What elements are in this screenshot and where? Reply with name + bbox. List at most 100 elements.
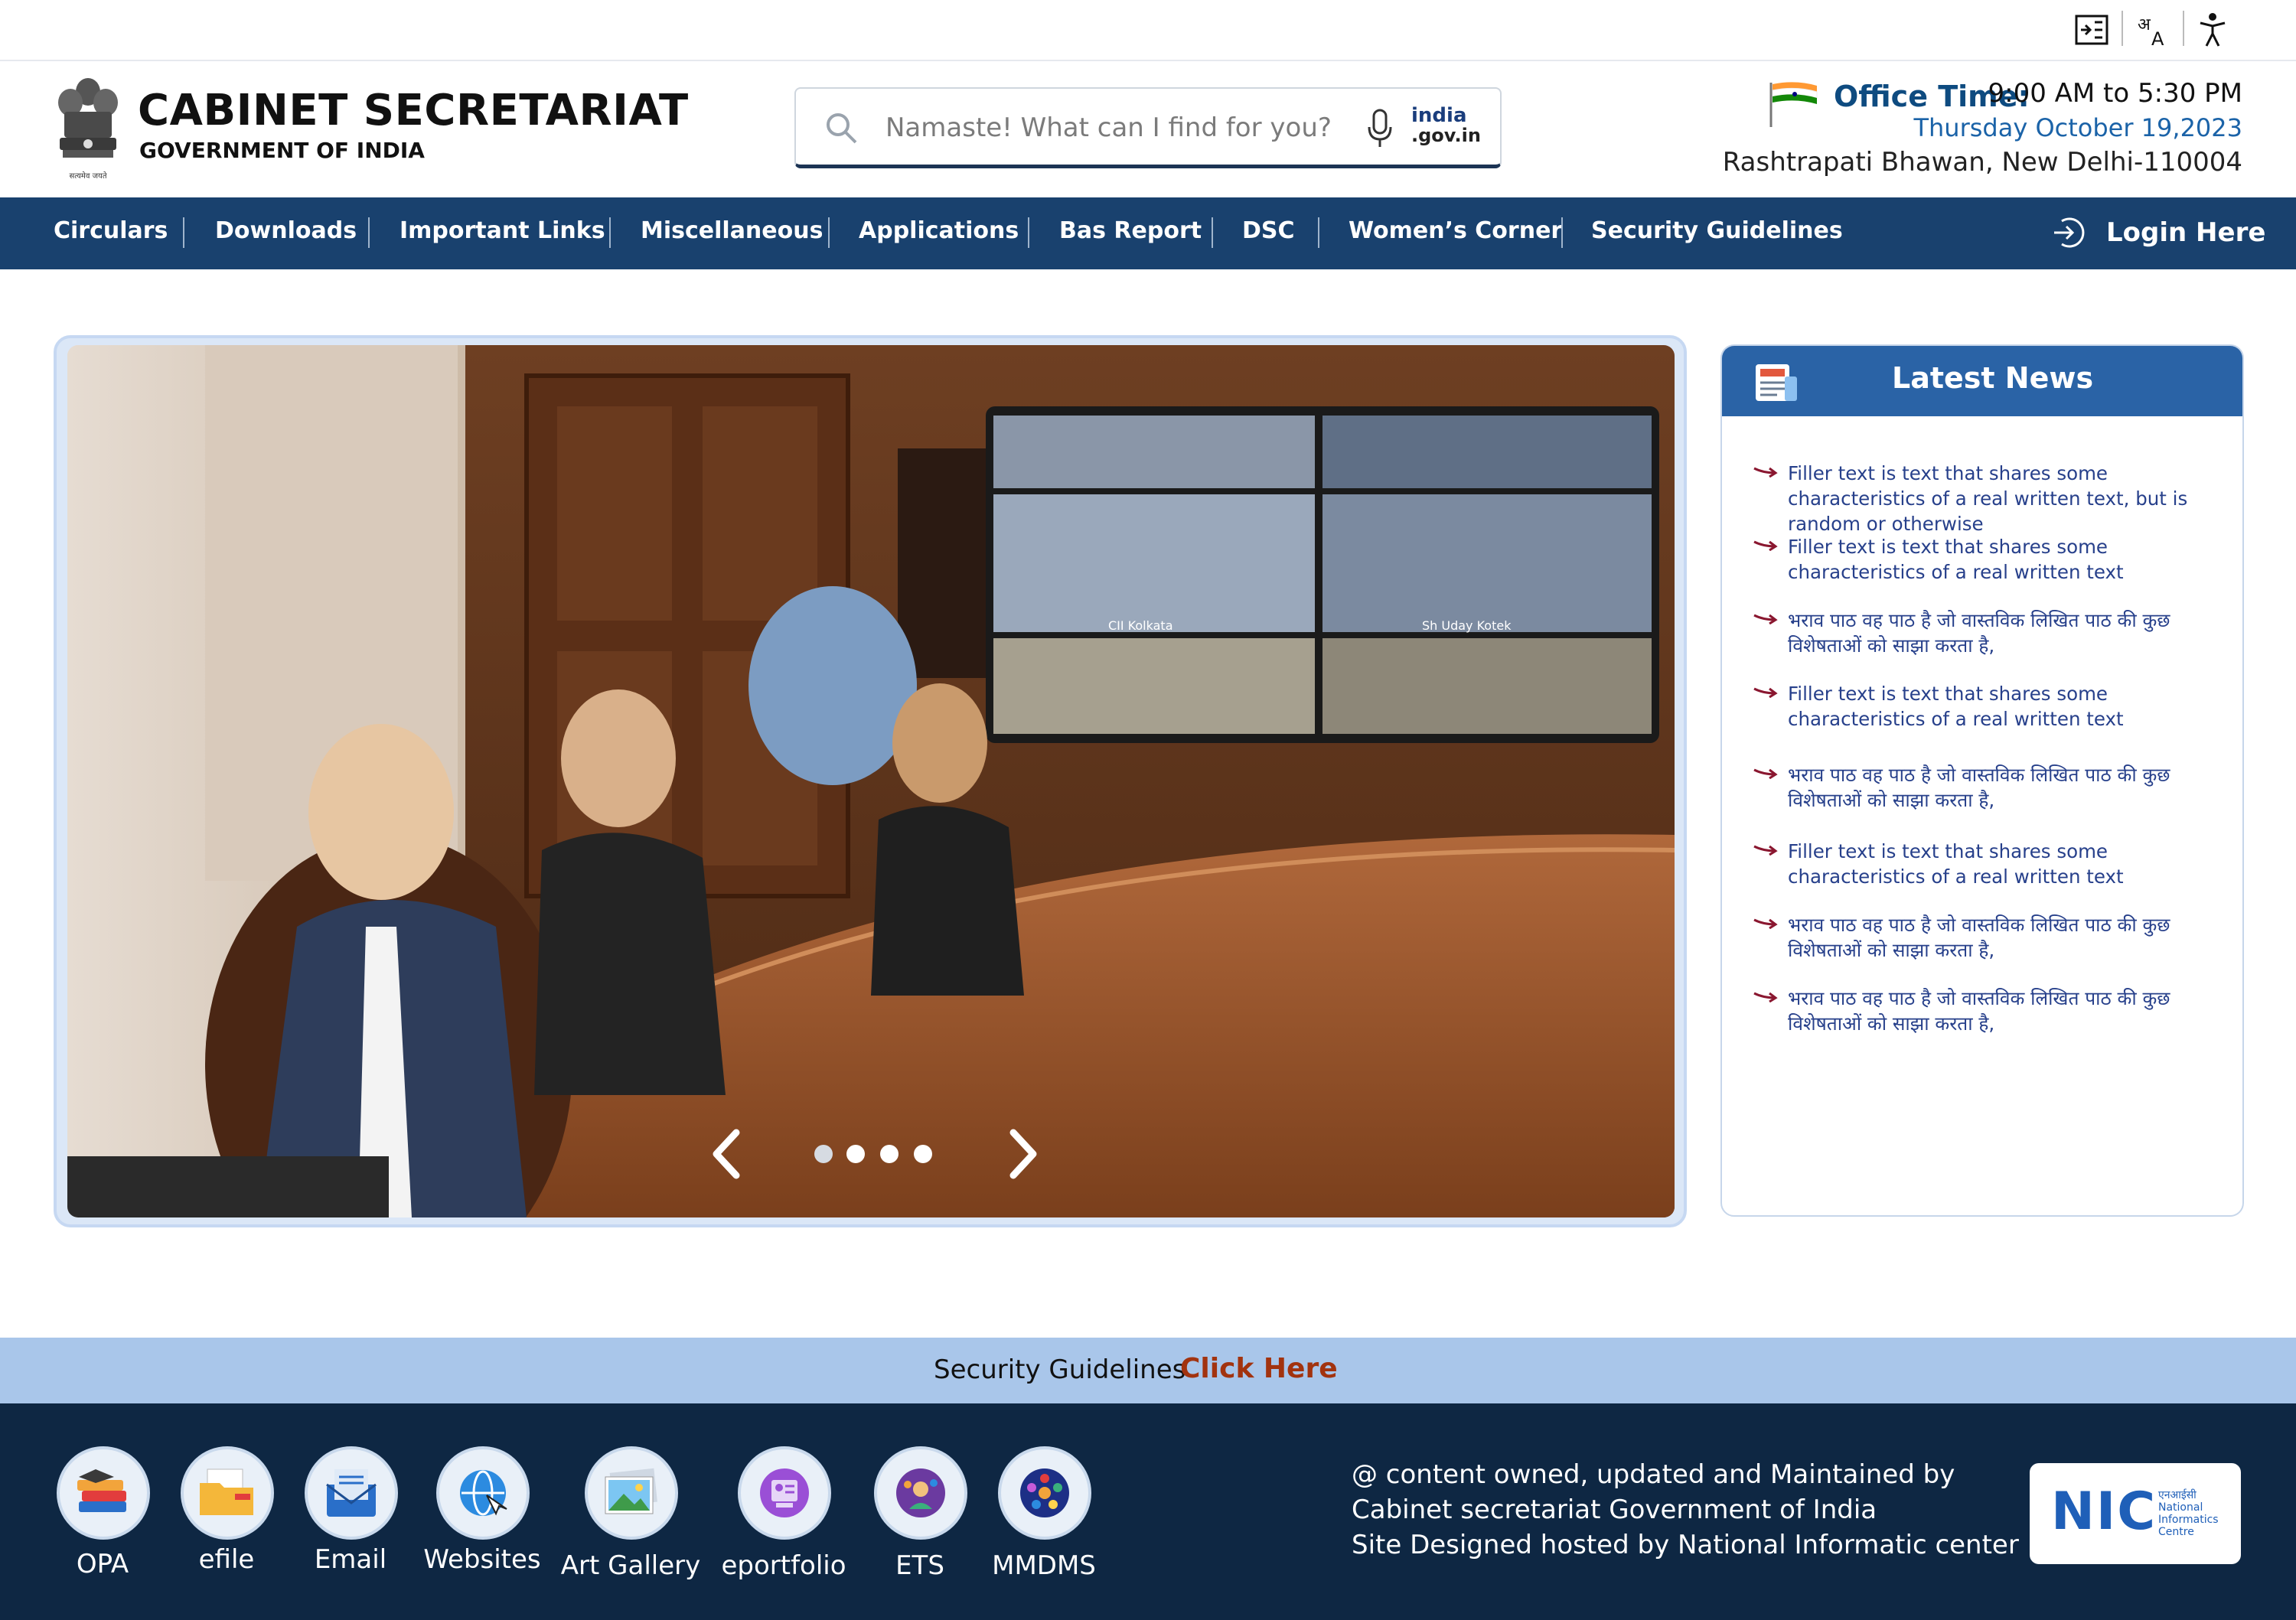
site-footer: OPA efile Email Websites Art Gallery epo… [0,1403,2296,1620]
globe-icon[interactable] [436,1446,530,1540]
screen-label-kotek: Sh Uday Kotek [1422,618,1512,633]
nav-item-downloads[interactable]: Downloads [215,217,357,244]
gallery-icon[interactable] [585,1446,678,1540]
accessibility-icon[interactable] [2193,11,2232,49]
nav-item-dsc[interactable]: DSC [1242,217,1295,244]
screen-label-kolkata: CII Kolkata [1108,618,1173,633]
news-item-text[interactable]: Filler text is text that shares some cha… [1788,534,2232,585]
arrow-right-icon [1753,614,1778,624]
current-date: Thursday October 19,2023 [1913,113,2242,142]
arrow-right-icon [1753,992,1778,1002]
search-input[interactable] [884,107,1377,148]
carousel-dot[interactable] [846,1145,865,1163]
login-icon [2051,215,2086,250]
news-item-text[interactable]: भराव पाठ वह पाठ है जो वास्तविक लिखित पाठ… [1788,608,2232,658]
office-hours: 9:00 AM to 5:30 PM [1988,78,2243,109]
top-utility-bar: अA [0,0,2296,61]
nav-divider [1318,217,1319,248]
nav-divider [1561,217,1563,248]
nav-divider [609,217,611,248]
language-translate-icon[interactable]: अA [2134,11,2172,49]
nav-item-security-guidelines[interactable]: Security Guidelines [1591,217,1843,244]
portfolio-icon[interactable] [738,1446,831,1540]
org-subtitle: GOVERNMENT OF INDIA [139,138,425,163]
folder-icon[interactable] [181,1446,274,1540]
security-guidelines-strip: Security Guidelines Click Here [0,1338,2296,1403]
india-logo-line1: india [1411,104,1467,127]
news-item-text[interactable]: Filler text is text that shares some cha… [1788,839,2232,889]
security-guidelines-text: Security Guidelines [934,1354,1186,1385]
nav-divider [1028,217,1029,248]
nav-item-miscellaneous[interactable]: Miscellaneous [641,217,823,244]
utility-divider [2122,11,2123,46]
nav-item-applications[interactable]: Applications [859,217,1019,244]
nic-logo-line: Centre [2158,1526,2194,1538]
nic-logo-line: National [2158,1501,2203,1514]
nav-divider [1212,217,1213,248]
arrow-right-icon [1753,918,1778,929]
skip-to-content-icon[interactable] [2073,11,2111,49]
svg-text:A: A [2151,28,2164,47]
latest-news-header: Latest News [1722,346,2242,416]
news-item-text[interactable]: भराव पाठ वह पाठ है जो वास्तविक लिखित पाठ… [1788,762,2232,813]
org-title[interactable]: CABINET SECRETARIAT [138,86,689,135]
india-gov-logo[interactable]: india .gov.in [1411,104,1481,152]
microphone-icon[interactable] [1367,109,1393,152]
svg-text:अ: अ [2138,15,2151,34]
latest-news-title: Latest News [1892,361,2094,395]
nav-divider [183,217,184,248]
utility-divider [2183,11,2184,46]
nav-item-womens-corner[interactable]: Women’s Corner [1349,217,1562,244]
nic-logo-line: Informatics [2158,1514,2219,1526]
carousel-prev-button[interactable] [703,1123,748,1185]
search-icon[interactable] [825,112,859,148]
footer-credit-line: @ content owned, updated and Maintained … [1352,1459,1955,1490]
footer-credit-line: Site Designed hosted by National Informa… [1352,1530,2019,1560]
app-label-art-gallery: Art Gallery [560,1550,701,1581]
nic-logo-name: एनआईसी National Informatics Centre [2158,1489,2219,1538]
nav-item-bas-report[interactable]: Bas Report [1059,217,1202,244]
carousel-next-button[interactable] [1001,1123,1047,1185]
news-item-text[interactable]: Filler text is text that shares some cha… [1788,461,2232,536]
main-navigation: Circulars Downloads Important Links Misc… [0,197,2296,269]
carousel-dot-active[interactable] [814,1145,833,1163]
nic-logo-abbr: NIC [2051,1481,2157,1542]
news-item-text[interactable]: भराव पाठ वह पाठ है जो वास्तविक लिखित पाठ… [1788,912,2232,963]
nav-item-important-links[interactable]: Important Links [400,217,605,244]
search-box[interactable]: india .gov.in [794,87,1502,168]
security-click-here-link[interactable]: Click Here [1180,1353,1338,1384]
footer-credits: @ content owned, updated and Maintained … [1352,1457,2019,1563]
nic-logo-hindi: एनआईसी [2158,1489,2197,1501]
mmdms-icon[interactable] [998,1446,1091,1540]
arrow-right-icon [1753,467,1778,478]
login-label: Login Here [2106,217,2266,248]
national-emblem-icon: सत्यमेव जयते [54,72,122,187]
app-label-websites: Websites [423,1544,541,1575]
latest-news-panel: Latest News Filler text is text that sha… [1720,344,2244,1217]
news-item-text[interactable]: भराव पाठ वह पाठ है जो वास्तविक लिखित पाठ… [1788,986,2232,1036]
footer-credit-line: Cabinet secretariat Government of India [1352,1495,1877,1525]
nic-logo[interactable]: NIC एनआईसी National Informatics Centre [2030,1463,2241,1564]
carousel-dot[interactable] [880,1145,899,1163]
nav-divider [828,217,830,248]
nav-item-circulars[interactable]: Circulars [54,217,168,244]
app-label-mmdms: MMDMS [992,1550,1096,1581]
india-flag-icon [1768,80,1821,132]
nav-divider [368,217,370,248]
office-address: Rashtrapati Bhawan, New Delhi-110004 [1722,147,2242,178]
arrow-right-icon [1753,768,1778,779]
carousel-dot[interactable] [914,1145,932,1163]
india-logo-line2: .gov.in [1411,125,1481,146]
office-info: Office Time: 9:00 AM to 5:30 PM Thursday… [1723,77,2243,191]
newspaper-icon [1754,363,1799,406]
arrow-right-icon [1753,540,1778,551]
news-item-text[interactable]: Filler text is text that shares some cha… [1788,681,2232,732]
books-icon[interactable] [57,1446,150,1540]
login-button[interactable]: Login Here [2051,211,2265,254]
emblem-motto: सत्यमेव जयते [69,172,107,181]
arrow-right-icon [1753,845,1778,856]
ets-icon[interactable] [874,1446,967,1540]
email-icon[interactable] [305,1446,398,1540]
hero-carousel-image[interactable]: CII Kolkata Sh Uday Kotek [67,345,1675,1217]
arrow-right-icon [1753,687,1778,698]
